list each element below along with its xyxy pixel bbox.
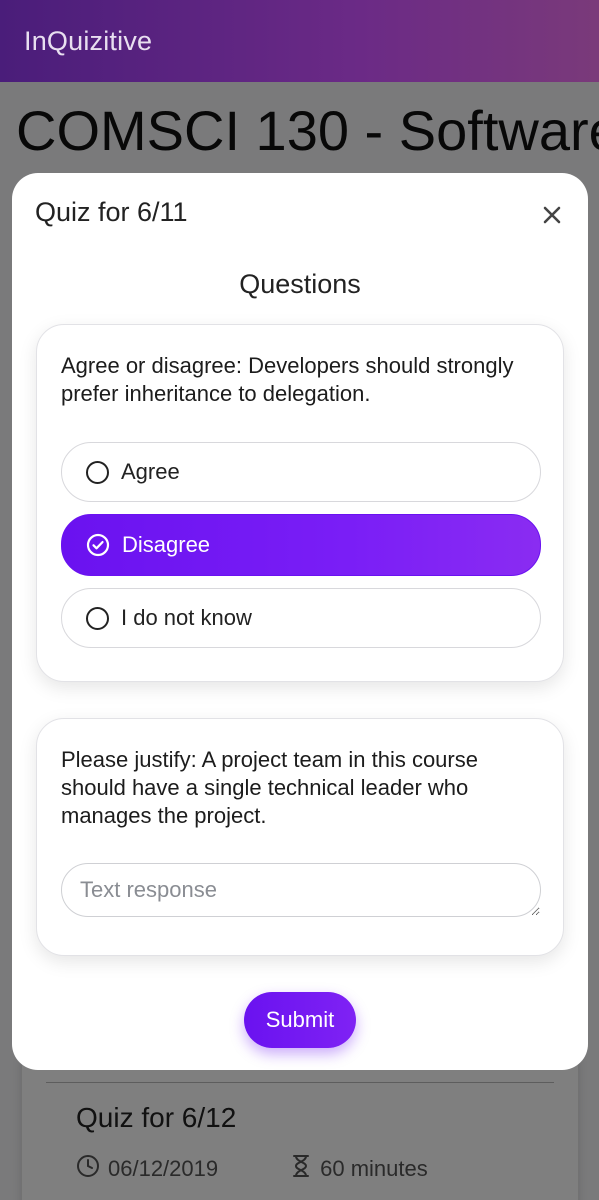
top-navbar: InQuizitive bbox=[0, 0, 599, 82]
option-agree[interactable]: Agree bbox=[61, 442, 541, 502]
option-label: Disagree bbox=[122, 532, 211, 557]
submit-button[interactable]: Submit bbox=[244, 992, 356, 1048]
check-circle-icon bbox=[86, 533, 110, 557]
questions-heading: Questions bbox=[239, 269, 361, 299]
close-icon bbox=[543, 206, 561, 229]
radio-unchecked-icon bbox=[86, 606, 109, 630]
quiz-modal: Quiz for 6/11 Questions Agree or disagre… bbox=[12, 173, 588, 1070]
app-brand[interactable]: InQuizitive bbox=[24, 26, 152, 57]
option-disagree[interactable]: Disagree bbox=[61, 514, 541, 576]
option-label: Agree bbox=[121, 459, 180, 484]
text-response-input[interactable] bbox=[61, 863, 541, 917]
modal-title: Quiz for 6/11 bbox=[35, 197, 188, 227]
option-label: I do not know bbox=[121, 605, 252, 630]
question-card: Please justify: A project team in this c… bbox=[36, 718, 564, 956]
question-text: Agree or disagree: Developers should str… bbox=[61, 353, 514, 406]
question-card: Agree or disagree: Developers should str… bbox=[36, 324, 564, 682]
close-button[interactable] bbox=[538, 203, 566, 231]
radio-unchecked-icon bbox=[86, 460, 109, 484]
question-text: Please justify: A project team in this c… bbox=[61, 747, 478, 828]
option-do-not-know[interactable]: I do not know bbox=[61, 588, 541, 648]
